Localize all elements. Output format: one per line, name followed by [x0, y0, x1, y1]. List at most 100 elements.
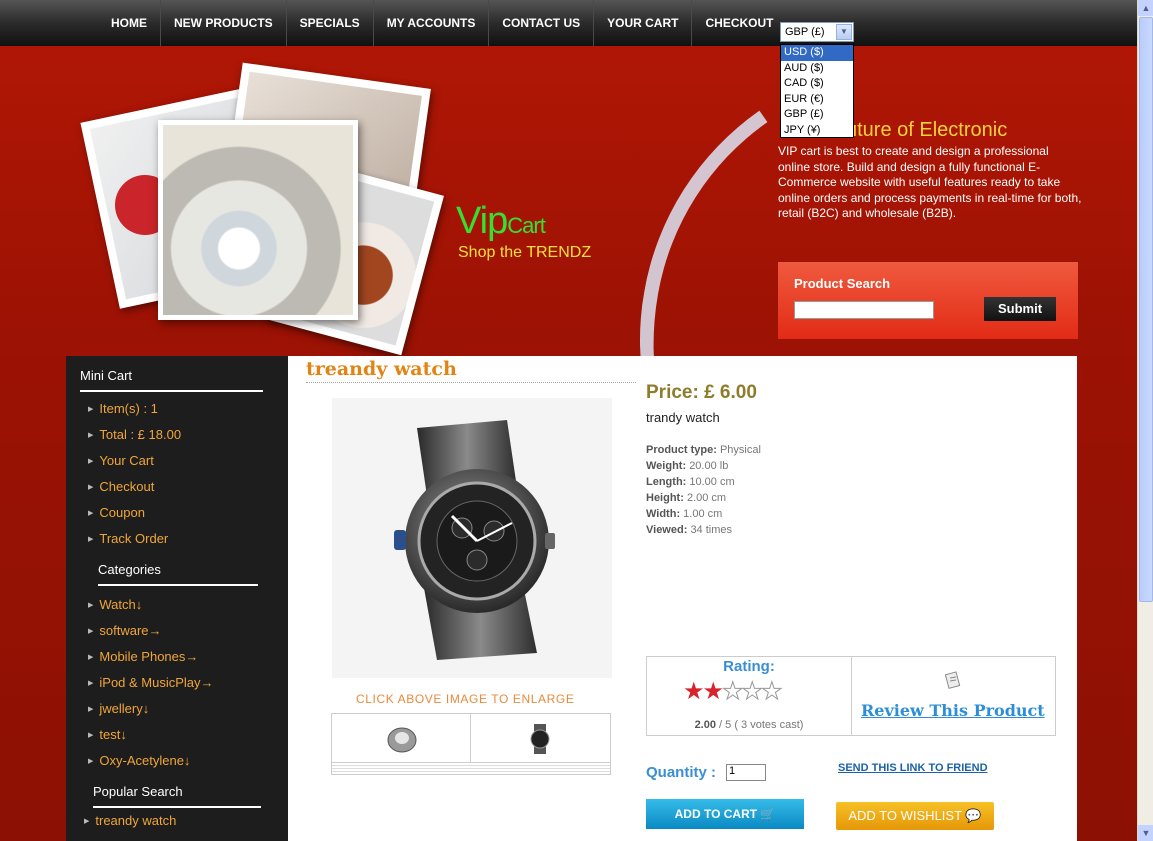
nav-contact-us[interactable]: CONTACT US	[489, 0, 595, 46]
bullet-icon: ▶	[88, 680, 94, 687]
category-jwellery[interactable]: ▶ jwellery↓	[88, 696, 288, 722]
mini-cart-total[interactable]: ▶ Total : £ 18.00	[88, 422, 288, 448]
currency-option-eur[interactable]: EUR (€)	[781, 92, 853, 108]
category-watch[interactable]: ▶ Watch↓	[88, 592, 288, 618]
bullet-icon: ▶	[88, 654, 94, 661]
send-link-to-friend[interactable]: SEND THIS LINK TO FRIEND	[838, 762, 988, 774]
currency-dropdown: USD ($) AUD ($) CAD ($) EUR (€) GBP (£) …	[780, 44, 854, 138]
enlarge-image-hint: CLICK ABOVE IMAGE TO ENLARGE	[356, 692, 575, 706]
spec-row: Product type: Physical	[646, 444, 761, 456]
banner-title: uture of Electronic	[846, 119, 1008, 141]
thumbnail-ring[interactable]	[332, 714, 471, 764]
bullet-icon: ▶	[88, 432, 94, 439]
star-icon[interactable]: ★	[683, 678, 704, 705]
spec-row: Length: 10.00 cm	[646, 476, 735, 488]
bullet-icon: ▶	[88, 602, 94, 609]
sidebar-track-order[interactable]: ▶ Track Order	[88, 526, 288, 552]
categories-heading: Categories	[98, 562, 258, 586]
nav-specials[interactable]: SPECIALS	[287, 0, 374, 46]
review-document-icon	[944, 671, 961, 689]
banner-photo-ring	[158, 120, 358, 320]
thumbnail-watch[interactable]	[471, 714, 609, 764]
bullet-icon: ▶	[88, 536, 94, 543]
bullet-icon: ▶	[88, 706, 94, 713]
watch-thumbnail-icon	[530, 724, 550, 754]
bullet-icon: ▶	[88, 510, 94, 517]
ring-thumbnail-icon	[387, 727, 417, 753]
product-search-panel: Product Search Submit	[778, 262, 1078, 339]
bullet-icon: ▶	[88, 458, 94, 465]
cart-icon: 🛒	[760, 807, 776, 821]
product-search-label: Product Search	[794, 276, 891, 291]
currency-selected-value: GBP (£)	[785, 26, 825, 38]
nav-your-cart[interactable]: YOUR CART	[594, 0, 693, 46]
popular-search-heading: Popular Search	[93, 784, 261, 808]
page-viewport: HOME NEW PRODUCTS SPECIALS MY ACCOUNTS C…	[0, 0, 1137, 841]
site-tagline: Shop the TRENDZ	[458, 244, 592, 261]
product-main: treandy watch CLICK ABOVE IMAGE TO ENLAR…	[288, 356, 1077, 841]
sidebar-coupon[interactable]: ▶ Coupon	[88, 500, 288, 526]
scroll-down-icon[interactable]: ▼	[1138, 825, 1153, 841]
add-to-cart-button[interactable]: ADD TO CART 🛒	[646, 799, 804, 829]
spec-row: Weight: 20.00 lb	[646, 460, 729, 472]
mini-cart-items[interactable]: ▶ Item(s) : 1	[88, 396, 288, 422]
bullet-icon: ▶	[88, 732, 94, 739]
sidebar-your-cart[interactable]: ▶ Your Cart	[88, 448, 288, 474]
logo-sub: Cart	[507, 213, 546, 238]
quantity-input[interactable]: 1	[726, 764, 766, 781]
add-to-wishlist-button[interactable]: ADD TO WISHLIST 💬	[836, 802, 994, 830]
category-software[interactable]: ▶ software→	[88, 618, 288, 644]
watch-image	[394, 420, 555, 660]
nav-checkout[interactable]: CHECKOUT	[692, 0, 786, 46]
rating-votes: 2.00 / 5 ( 3 votes cast)	[694, 719, 804, 731]
scrollbar-thumb[interactable]	[1139, 17, 1153, 602]
scroll-up-icon[interactable]: ▲	[1138, 0, 1153, 16]
bullet-icon: ▶	[88, 484, 94, 491]
bullet-icon: ▶	[88, 406, 94, 413]
rating-stars[interactable]: ★★★★★	[683, 677, 783, 706]
rating-label: Rating:	[723, 658, 775, 675]
spec-row: Width: 1.00 cm	[646, 508, 723, 520]
category-mobile-phones[interactable]: ▶ Mobile Phones→	[88, 644, 288, 670]
site-logo[interactable]: VipCart	[456, 200, 546, 243]
review-product-link[interactable]: Review This Product	[861, 701, 1045, 720]
product-image[interactable]	[332, 398, 612, 678]
star-icon[interactable]: ★	[722, 678, 744, 706]
logo-main: Vip	[456, 200, 508, 242]
star-icon[interactable]: ★	[741, 678, 763, 706]
rating-box: Rating: ★★★★★ 2.00 / 5 ( 3 votes cast) R…	[646, 656, 1056, 736]
quantity-label: Quantity :	[646, 764, 716, 781]
currency-option-gbp[interactable]: GBP (£)	[781, 107, 853, 123]
currency-option-cad[interactable]: CAD ($)	[781, 76, 853, 92]
currency-option-usd[interactable]: USD ($)	[781, 45, 853, 61]
search-submit-button[interactable]: Submit	[984, 297, 1056, 321]
product-search-input[interactable]	[794, 301, 934, 319]
product-name: trandy watch	[646, 410, 720, 425]
top-nav: HOME NEW PRODUCTS SPECIALS MY ACCOUNTS C…	[0, 0, 1137, 46]
currency-option-aud[interactable]: AUD ($)	[781, 61, 853, 77]
star-icon[interactable]: ★	[703, 678, 724, 705]
sidebar-checkout[interactable]: ▶ Checkout	[88, 474, 288, 500]
mini-cart-heading: Mini Cart	[80, 368, 263, 392]
speech-bubble-icon: 💬	[965, 808, 982, 823]
product-title: treandy watch	[306, 358, 636, 383]
popular-search-item[interactable]: ▶ treandy watch	[84, 808, 288, 834]
nav-my-accounts[interactable]: MY ACCOUNTS	[374, 0, 490, 46]
product-price: Price: £ 6.00	[646, 382, 757, 403]
currency-select[interactable]: GBP (£) ▼	[780, 22, 854, 42]
star-icon[interactable]: ★	[761, 678, 783, 706]
nav-new-products[interactable]: NEW PRODUCTS	[161, 0, 287, 46]
vertical-scrollbar[interactable]: ▲ ▼	[1137, 0, 1153, 841]
currency-option-jpy[interactable]: JPY (¥)	[781, 123, 853, 139]
category-ipod[interactable]: ▶ iPod & MusicPlay→	[88, 670, 288, 696]
category-test[interactable]: ▶ test↓	[88, 722, 288, 748]
spec-row: Height: 2.00 cm	[646, 492, 727, 504]
category-oxy-acetylene[interactable]: ▶ Oxy-Acetylene↓	[88, 748, 288, 774]
chevron-down-icon[interactable]: ▼	[836, 24, 852, 40]
spec-row: Viewed: 34 times	[646, 524, 733, 536]
banner-description: VIP cart is best to create and design a …	[778, 144, 1082, 220]
bullet-icon: ▶	[84, 818, 90, 825]
product-thumbnails	[331, 713, 611, 775]
bullet-icon: ▶	[88, 628, 94, 635]
nav-home[interactable]: HOME	[98, 0, 161, 46]
